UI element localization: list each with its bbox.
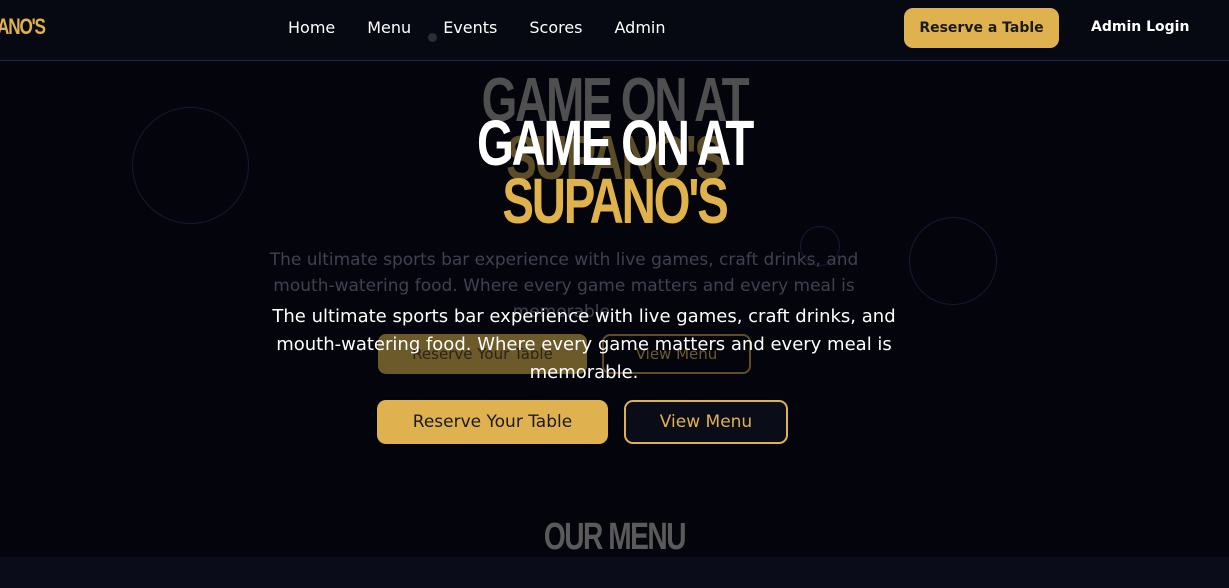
- reserve-your-table-button[interactable]: Reserve Your Table: [377, 400, 608, 444]
- nav-link-events[interactable]: Events: [443, 18, 497, 38]
- page: PANO'S Home Menu Events Scores Admin Res…: [0, 0, 1229, 588]
- navbar: PANO'S Home Menu Events Scores Admin Res…: [0, 0, 1229, 61]
- hero-title: GAME ON AT SUPANO'S: [0, 107, 1229, 237]
- decorative-circle: [909, 217, 997, 305]
- admin-login-link[interactable]: Admin Login: [1091, 19, 1189, 35]
- hero-title-line2: SUPANO'S: [502, 165, 728, 237]
- menu-heading-text: OUR MENU: [543, 516, 687, 558]
- nav-link-scores[interactable]: Scores: [529, 18, 582, 38]
- view-menu-button[interactable]: View Menu: [624, 400, 788, 444]
- decorative-dot: [428, 33, 437, 42]
- nav-links: Home Menu Events Scores Admin: [288, 18, 698, 38]
- reserve-table-button[interactable]: Reserve a Table: [904, 8, 1059, 48]
- nav-link-home[interactable]: Home: [288, 18, 335, 38]
- hero-title-line1: GAME ON AT: [476, 107, 754, 179]
- menu-section: [0, 557, 1229, 588]
- menu-section-heading: OUR MENU: [0, 516, 1229, 559]
- logo[interactable]: PANO'S: [0, 14, 46, 40]
- nav-link-menu[interactable]: Menu: [367, 18, 411, 38]
- hero-subtitle: The ultimate sports bar experience with …: [272, 306, 896, 383]
- nav-link-admin[interactable]: Admin: [615, 18, 666, 38]
